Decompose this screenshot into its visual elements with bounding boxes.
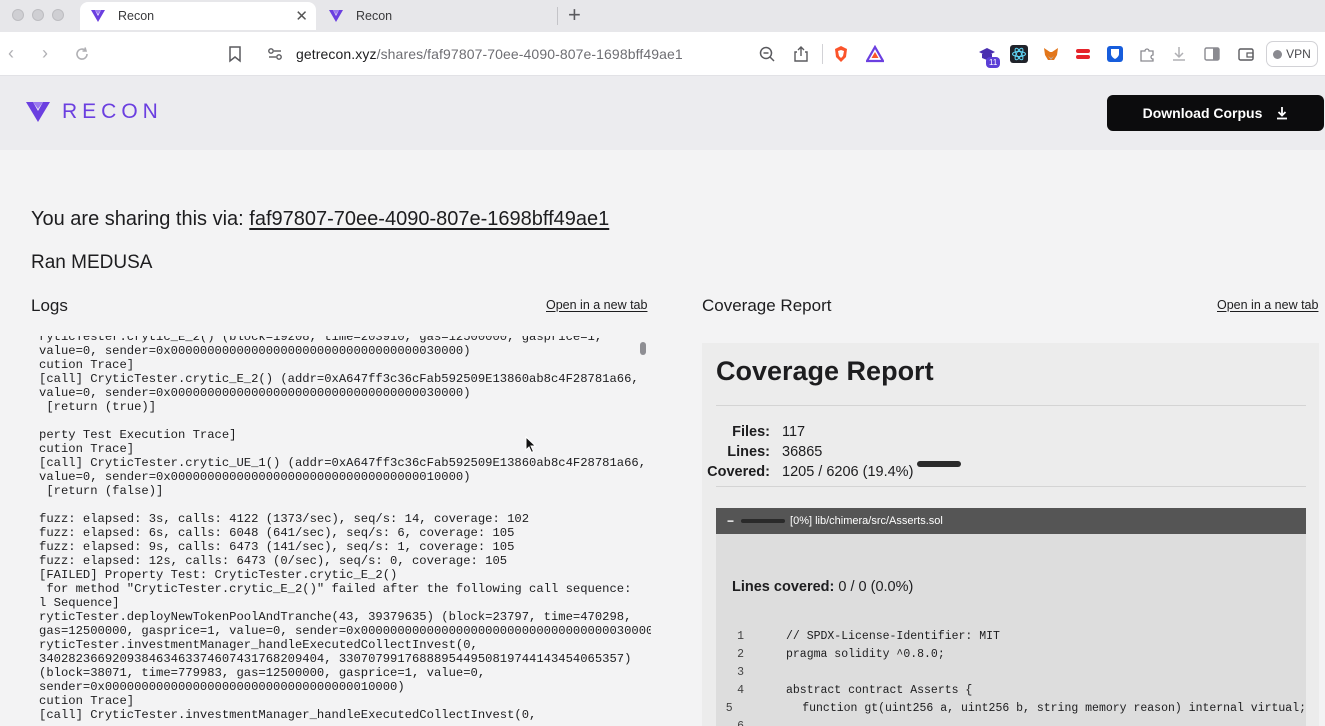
sidebar-icon[interactable] bbox=[1203, 45, 1221, 63]
download-corpus-button[interactable]: Download Corpus bbox=[1107, 95, 1324, 131]
forward-icon[interactable]: › bbox=[42, 44, 48, 62]
reload-icon[interactable] bbox=[73, 45, 91, 63]
logs-title: Logs bbox=[31, 296, 68, 315]
extension-badge: 11 bbox=[986, 57, 1001, 68]
red-stack-extension-icon[interactable] bbox=[1074, 45, 1092, 63]
address-bar[interactable]: getrecon.xyz/shares/faf97807-70ee-4090-8… bbox=[296, 46, 683, 62]
url-path: /shares/faf97807-70ee-4090-807e-1698bff4… bbox=[376, 46, 683, 62]
close-window-button[interactable] bbox=[12, 9, 24, 21]
line-number: 1 bbox=[737, 629, 744, 643]
back-icon[interactable]: ‹ bbox=[8, 44, 14, 62]
bitwarden-shield-icon[interactable] bbox=[1106, 45, 1124, 63]
file-progress-bar bbox=[741, 519, 786, 523]
code-listing: 1 // SPDX-License-Identifier: MIT 2 pragma… bbox=[716, 627, 1306, 726]
divider bbox=[716, 405, 1306, 406]
url-host: getrecon.xyz bbox=[296, 46, 377, 62]
lines-covered-label: Lines covered: bbox=[732, 579, 835, 595]
file-body: Lines covered: 0 / 0 (0.0%) 1 // SPDX-Lic… bbox=[716, 534, 1306, 726]
share-line: You are sharing this via: faf97807-70ee-… bbox=[31, 208, 609, 231]
covered-label: Covered: bbox=[707, 464, 770, 480]
browser-tab-bar: Recon ✕ Recon + bbox=[0, 0, 1325, 32]
files-value: 117 bbox=[782, 424, 806, 440]
logs-text: ryticTester.crytic_E_2() (block=19208, t… bbox=[39, 336, 651, 722]
code-line: 2 pragma solidity ^0.8.0; bbox=[716, 645, 1306, 663]
code-line: 4 abstract contract Asserts { bbox=[716, 681, 1306, 699]
file-name: [0%] lib/chimera/src/Asserts.sol bbox=[790, 515, 943, 527]
brave-rewards-icon[interactable] bbox=[866, 45, 884, 63]
line-text: pragma solidity ^0.8.0; bbox=[786, 647, 945, 661]
files-label: Files: bbox=[732, 424, 770, 440]
lines-covered-value: 0 / 0 (0.0%) bbox=[838, 579, 914, 595]
tab-recon[interactable]: Recon bbox=[318, 2, 554, 30]
metamask-fox-icon[interactable] bbox=[1042, 45, 1060, 63]
line-text: abstract contract Asserts { bbox=[786, 683, 973, 697]
covered-value: 1205 / 6206 (19.4%) bbox=[782, 464, 914, 480]
close-tab-icon[interactable]: ✕ bbox=[295, 7, 308, 25]
brave-shields-icon[interactable] bbox=[832, 45, 850, 63]
lines-value: 36865 bbox=[782, 444, 823, 460]
code-line: 1 // SPDX-License-Identifier: MIT bbox=[716, 627, 1306, 645]
line-number: 4 bbox=[737, 683, 744, 697]
wallet-icon[interactable] bbox=[1237, 45, 1255, 63]
logs-scrollbar[interactable] bbox=[640, 342, 646, 355]
page-header: RECON Download Corpus bbox=[0, 76, 1325, 150]
lines-label: Lines: bbox=[727, 444, 770, 460]
code-line: 6 bbox=[716, 717, 1306, 726]
react-devtools-icon[interactable] bbox=[1010, 45, 1028, 63]
recon-logo-icon bbox=[329, 10, 343, 22]
line-number: 2 bbox=[737, 647, 744, 661]
share-prefix: You are sharing this via: bbox=[31, 208, 244, 230]
divider bbox=[716, 486, 1306, 487]
download-icon bbox=[1277, 107, 1288, 120]
tab-title: Recon bbox=[118, 9, 155, 23]
fuzzer-label: Ran MEDUSA bbox=[31, 252, 153, 273]
brand-name: RECON bbox=[62, 100, 163, 123]
zoom-out-icon[interactable] bbox=[758, 45, 776, 63]
tab-separator bbox=[557, 7, 558, 25]
line-number: 3 bbox=[737, 665, 744, 679]
download-icon[interactable] bbox=[1170, 45, 1188, 63]
collapse-toggle[interactable]: − bbox=[727, 514, 734, 528]
tab-recon-active[interactable]: Recon ✕ bbox=[80, 2, 316, 30]
coverage-heading: Coverage Report bbox=[716, 356, 934, 386]
code-line: 5 function gt(uint256 a, uint256 b, stri… bbox=[716, 699, 1306, 717]
main-content: You are sharing this via: faf97807-70ee-… bbox=[0, 150, 1325, 726]
share-id-link[interactable]: faf97807-70ee-4090-807e-1698bff49ae1 bbox=[249, 208, 609, 230]
coverage-section-title: Coverage Report bbox=[702, 296, 832, 315]
file-header-asserts[interactable]: − [0%] lib/chimera/src/Asserts.sol bbox=[716, 508, 1306, 534]
coverage-report-frame[interactable]: Coverage Report Files: 117 Lines: 36865 … bbox=[702, 343, 1319, 726]
toolbar-divider bbox=[822, 44, 823, 64]
line-text: // SPDX-License-Identifier: MIT bbox=[786, 629, 1000, 643]
code-line: 3 bbox=[716, 663, 1306, 681]
minimize-window-button[interactable] bbox=[32, 9, 44, 21]
coverage-open-new-tab-link[interactable]: Open in a new tab bbox=[1217, 298, 1318, 312]
tab-title: Recon bbox=[356, 9, 393, 23]
line-number: 5 bbox=[725, 701, 733, 715]
vpn-label: VPN bbox=[1286, 47, 1311, 61]
site-settings-icon[interactable] bbox=[266, 45, 284, 63]
line-text: function gt(uint256 a, uint256 b, string… bbox=[774, 701, 1306, 715]
logs-panel[interactable]: ryticTester.crytic_E_2() (block=19208, t… bbox=[31, 336, 651, 726]
coverage-progress-bar bbox=[917, 461, 962, 467]
browser-toolbar: ‹ › getrecon.xyz/shares/faf97807-70ee-40… bbox=[0, 32, 1325, 76]
share-icon[interactable] bbox=[792, 45, 810, 63]
new-tab-button[interactable]: + bbox=[568, 3, 581, 27]
coverage-stats: Files: 117 Lines: 36865 Covered: 1205 / … bbox=[707, 422, 962, 482]
bookmark-icon[interactable] bbox=[226, 45, 244, 63]
extensions-puzzle-icon[interactable] bbox=[1138, 45, 1156, 63]
mouse-pointer-icon bbox=[525, 436, 537, 454]
zoom-window-button[interactable] bbox=[52, 9, 64, 21]
recon-logo-icon bbox=[91, 10, 105, 22]
lines-covered: Lines covered: 0 / 0 (0.0%) bbox=[732, 579, 913, 595]
line-number: 6 bbox=[737, 719, 744, 726]
vpn-status-icon bbox=[1273, 49, 1283, 59]
recon-logo-icon bbox=[26, 102, 50, 122]
logs-open-new-tab-link[interactable]: Open in a new tab bbox=[546, 298, 647, 312]
download-corpus-label: Download Corpus bbox=[1142, 105, 1263, 121]
vpn-button[interactable]: VPN bbox=[1266, 41, 1318, 67]
brand-logo[interactable]: RECON bbox=[26, 100, 163, 124]
